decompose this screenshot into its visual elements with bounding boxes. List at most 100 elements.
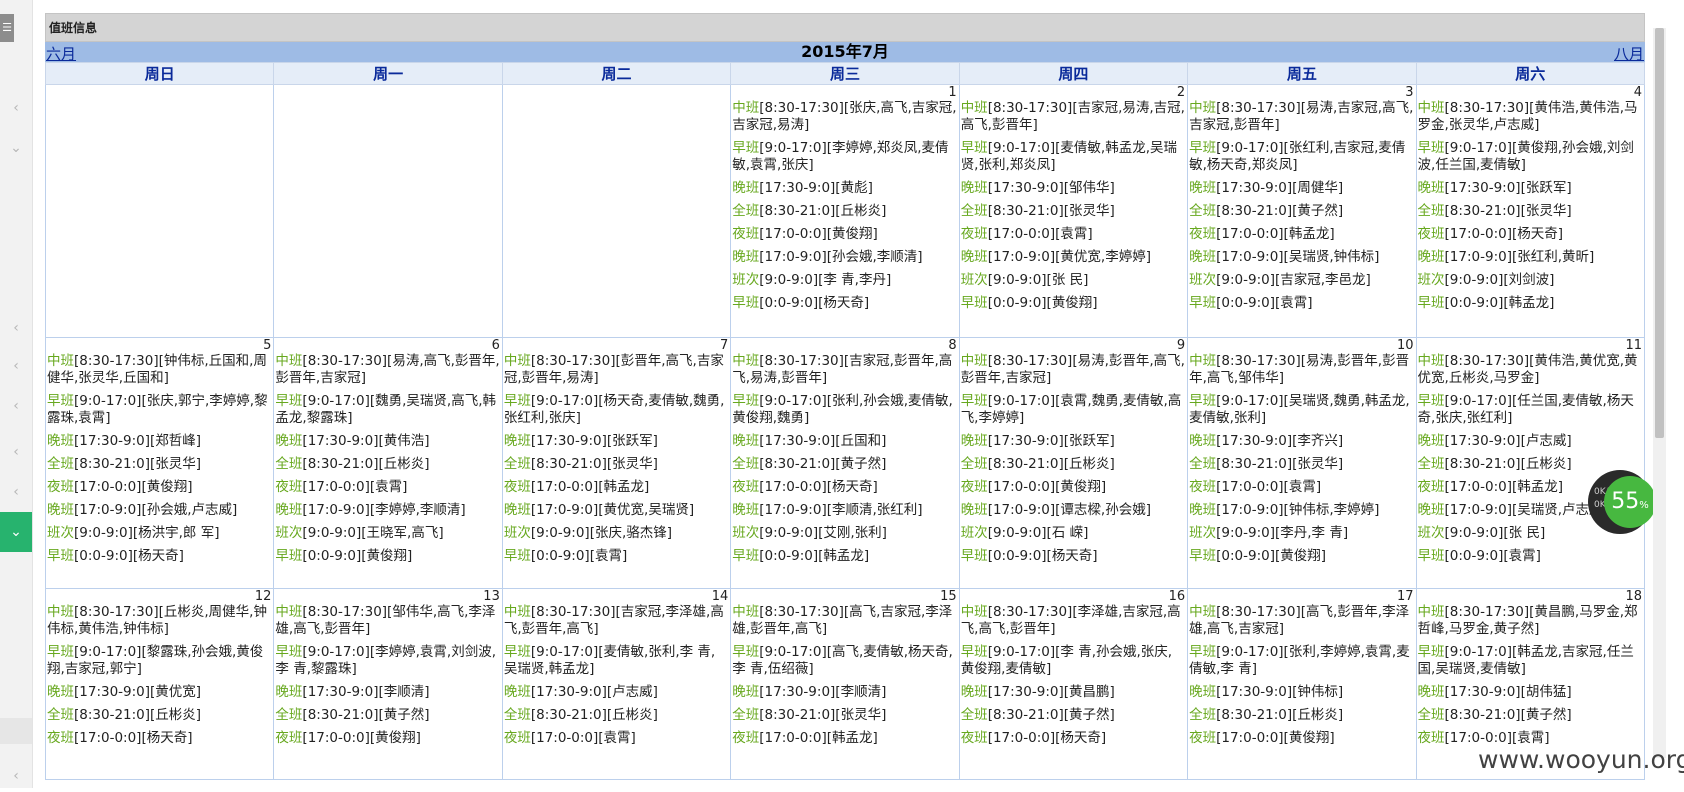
shift-detail: [17:30-9:0][黄优宽]	[74, 684, 202, 700]
calendar-day-cell[interactable]: 11 中班[8:30-17:30][黄伟浩,黄优宽,黄优宽,丘彬炎,马罗金] 早班[…	[1415, 337, 1646, 589]
shift-type-label: 中班	[1189, 604, 1217, 620]
shift-entry: 班次[9:0-9:0][吉家冠,李邑龙]	[1189, 272, 1413, 289]
weekday-header: 周二	[501, 62, 732, 85]
shift-type-label: 晚班	[960, 502, 988, 518]
shift-entry: 中班[8:30-17:30][黄昌鹏,马罗金,郑哲峰,马罗金,黄子然]	[1418, 604, 1642, 638]
calendar-day-cell[interactable]: 14 中班[8:30-17:30][吉家冠,李泽雄,高飞,彭晋年,高飞] 早班[9:…	[501, 588, 732, 780]
calendar-day-cell[interactable]: 8 中班[8:30-17:30][吉家冠,彭晋年,高飞,易涛,彭晋年] 早班[9:0…	[730, 337, 960, 589]
calendar-day-cell[interactable]	[44, 84, 275, 338]
shift-detail: [8:30-17:30][邹伟华,高飞,李泽雄,高飞,彭晋年]	[275, 604, 496, 637]
shift-entry: 早班[0:0-9:0][黄俊翔]	[961, 295, 1185, 312]
shift-detail: [17:30-9:0][郑哲峰]	[74, 433, 202, 449]
shift-type-label: 中班	[503, 604, 531, 620]
shift-detail: [8:30-17:30][彭晋年,高飞,吉家冠,彭晋年,易涛]	[503, 353, 724, 386]
shift-type-label: 早班	[47, 393, 74, 409]
calendar-day-cell[interactable]: 9 中班[8:30-17:30][易涛,彭晋年,高飞,彭晋年,吉家冠] 早班[9:0…	[958, 337, 1189, 589]
shift-type-label: 中班	[47, 604, 74, 620]
shift-detail: [17:0-9:0][孙会娥,李顺清]	[759, 249, 923, 265]
calendar-day-cell[interactable]: 17 中班[8:30-17:30][高飞,彭晋年,李泽雄,高飞,吉家冠] 早班[9:…	[1187, 588, 1417, 780]
shift-entry: 中班[8:30-17:30][吉家冠,彭晋年,高飞,易涛,彭晋年]	[732, 353, 956, 387]
calendar-day-cell[interactable]: 2 中班[8:30-17:30][吉家冠,易涛,吉冠,高飞,彭晋年] 早班[9:0-…	[958, 84, 1189, 338]
shift-entry: 晚班[17:30-9:0][黄昌鹏]	[961, 684, 1185, 701]
shift-entry: 早班[9:0-17:0][张利,孙会娥,麦倩敏,黄俊翔,魏勇]	[732, 393, 956, 427]
shift-type-label: 全班	[732, 203, 760, 219]
chevron-left-icon[interactable]: ‹	[0, 436, 32, 468]
shift-type-label: 晚班	[1417, 684, 1445, 700]
shift-entry: 班次[9:0-9:0][石 嵘]	[961, 525, 1185, 542]
calendar-day-cell[interactable]: 12 中班[8:30-17:30][丘彬炎,周健华,钟伟标,黄伟浩,钟伟标] 早班[…	[44, 588, 275, 780]
vertical-scrollbar[interactable]	[1653, 28, 1666, 758]
shift-detail: [9:0-9:0][张 民]	[987, 272, 1089, 288]
shift-type-label: 中班	[732, 604, 760, 620]
shift-type-label: 全班	[1189, 203, 1217, 219]
calendar-day-cell[interactable]: 3 中班[8:30-17:30][易涛,吉家冠,高飞,吉家冠,彭晋年] 早班[9:0…	[1187, 84, 1417, 338]
day-number: 10	[1396, 338, 1414, 353]
calendar-day-cell[interactable]: 5 中班[8:30-17:30][钟伟标,丘国和,周健华,张灵华,丘国和] 早班[9…	[44, 337, 275, 589]
calendar-day-cell[interactable]: 16 中班[8:30-17:30][李泽雄,吉家冠,高飞,高飞,彭晋年] 早班[9:…	[958, 588, 1189, 780]
shift-entry: 夜班[17:0-0:0][黄俊翔]	[47, 479, 271, 496]
shift-entry: 中班[8:30-17:30][吉家冠,李泽雄,高飞,彭晋年,高飞]	[504, 604, 728, 638]
shift-entry: 晚班[17:30-9:0][张跃军]	[504, 433, 728, 450]
calendar-day-cell[interactable]: 10 中班[8:30-17:30][易涛,彭晋年,彭晋年,高飞,邹伟华] 早班[9:…	[1187, 337, 1417, 589]
memory-percent: 55	[1611, 489, 1640, 514]
calendar-day-cell[interactable]: 7 中班[8:30-17:30][彭晋年,高飞,吉家冠,彭晋年,易涛] 早班[9:0…	[501, 337, 732, 589]
chevron-left-icon[interactable]: ‹	[0, 350, 32, 382]
shift-entry: 中班[8:30-17:30][张庆,高飞,吉家冠,吉家冠,易涛]	[732, 100, 956, 134]
chevron-down-icon[interactable]: ⌄	[0, 132, 32, 164]
shift-detail: [17:0-9:0][李顺清,张红利]	[759, 502, 923, 518]
chevron-left-icon[interactable]: ‹	[0, 390, 32, 422]
calendar-day-cell[interactable]: 13 中班[8:30-17:30][邹伟华,高飞,李泽雄,高飞,彭晋年] 早班[9:…	[273, 588, 503, 780]
scrollbar-thumb[interactable]	[1655, 28, 1664, 438]
shift-type-label: 晚班	[732, 433, 760, 449]
calendar-day-cell[interactable]: 4 中班[8:30-17:30][黄伟浩,黄伟浩,马罗金,张灵华,卢志威] 早班[9…	[1415, 84, 1646, 338]
calendar-day-cell[interactable]: 15 中班[8:30-17:30][高飞,吉家冠,李泽雄,彭晋年,高飞] 早班[9:…	[730, 588, 960, 780]
shift-entry: 晚班[17:30-9:0][黄伟浩]	[275, 433, 499, 450]
shift-entry: 晚班[17:30-9:0][李顺清]	[732, 684, 956, 701]
shift-entry: 早班[9:0-17:0][袁霄,魏勇,麦倩敏,高飞,李婷婷]	[961, 393, 1185, 427]
next-month-link[interactable]: 八月	[1614, 43, 1644, 64]
shift-detail: [8:30-17:30][高飞,吉家冠,李泽雄,彭晋年,高飞]	[732, 604, 953, 637]
shift-type-label: 晚班	[1189, 180, 1217, 196]
shift-type-label: 全班	[960, 456, 988, 472]
shift-entry: 早班[9:0-17:0][高飞,麦倩敏,杨天奇,李 青,伍绍薇]	[732, 644, 956, 678]
calendar-day-cell[interactable]: 6 中班[8:30-17:30][易涛,高飞,彭晋年,彭晋年,吉家冠] 早班[9:0…	[273, 337, 503, 589]
shift-type-label: 早班	[275, 548, 303, 564]
shift-detail: [17:0-0:0][黄俊翔]	[302, 730, 421, 746]
shift-type-label: 中班	[1417, 604, 1445, 620]
shift-detail: [8:30-17:30][钟伟标,丘国和,周健华,张灵华,丘国和]	[47, 353, 267, 386]
shift-type-label: 晚班	[1417, 180, 1445, 196]
calendar-day-cell[interactable]	[501, 84, 732, 338]
shift-detail: [8:30-21:0][丘彬炎]	[1216, 707, 1344, 723]
shift-detail: [9:0-9:0][李 青,李丹]	[759, 272, 892, 288]
shift-detail: [0:0-9:0][黄俊翔]	[987, 295, 1098, 311]
shift-detail: [9:0-9:0][杨洪宇,郎 军]	[74, 525, 220, 541]
chevron-left-icon[interactable]: ‹	[0, 760, 32, 792]
shift-entry: 全班[8:30-21:0][黄子然]	[732, 456, 956, 473]
shift-type-label: 中班	[960, 353, 988, 369]
shift-entry: 早班[9:0-17:0][黎露珠,孙会娥,黄俊翔,吉家冠,郭宁]	[47, 644, 271, 678]
chevron-down-icon[interactable]: ⌄	[0, 512, 32, 552]
shift-type-label: 晚班	[503, 502, 531, 518]
shift-detail: [9:0-17:0][李婷婷,郑炎凤,麦倩敏,袁霄,张庆]	[732, 140, 949, 173]
sidebar-selected-item[interactable]	[0, 718, 32, 744]
shift-entry: 晚班[17:30-9:0][邹伟华]	[961, 180, 1185, 197]
chevron-left-icon[interactable]: ‹	[0, 476, 32, 508]
shift-detail: [8:30-21:0][黄子然]	[987, 707, 1115, 723]
shift-detail: [8:30-21:0][丘彬炎]	[74, 707, 202, 723]
day-number: 12	[254, 589, 272, 604]
shift-detail: [17:30-9:0][卢志威]	[530, 684, 658, 700]
shift-detail: [8:30-17:30][吉家冠,易涛,吉冠,高飞,彭晋年]	[960, 100, 1185, 133]
chevron-left-icon[interactable]: ‹	[0, 312, 32, 344]
day-number: 2	[1176, 85, 1186, 100]
network-speed-widget[interactable]: 0K/s 0K/s 55%	[1588, 470, 1656, 534]
calendar-day-cell[interactable]: 1 中班[8:30-17:30][张庆,高飞,吉家冠,吉家冠,易涛] 早班[9:0-…	[730, 84, 960, 338]
shift-entry: 早班[0:0-9:0][袁霄]	[1418, 548, 1642, 565]
shift-entry: 全班[8:30-21:0][丘彬炎]	[275, 456, 499, 473]
shift-entry: 夜班[17:0-0:0][袁霄]	[961, 226, 1185, 243]
sidebar-menu-icon[interactable]: ☰	[0, 14, 14, 42]
calendar-day-cell[interactable]	[273, 84, 503, 338]
shift-type-label: 早班	[503, 548, 531, 564]
chevron-left-icon[interactable]: ‹	[0, 92, 32, 124]
shift-type-label: 全班	[732, 707, 760, 723]
shift-type-label: 夜班	[1417, 226, 1445, 242]
